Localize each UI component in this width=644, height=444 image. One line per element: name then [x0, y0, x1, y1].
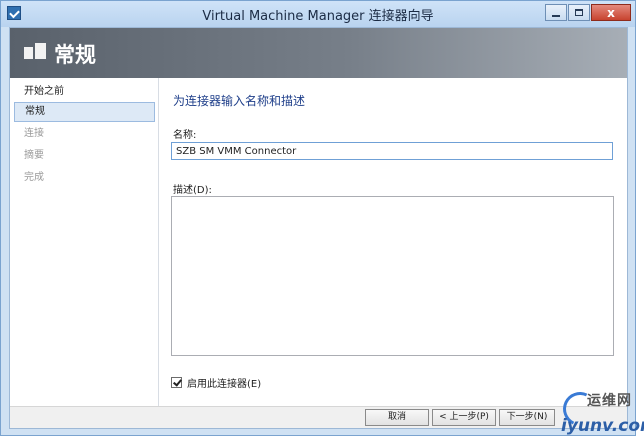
close-icon: x [607, 5, 615, 20]
name-label: 名称: [173, 130, 197, 141]
title-bar[interactable]: Virtual Machine Manager 连接器向导 x [1, 1, 635, 27]
enable-connector-label[interactable]: 启用此连接器(E) [187, 375, 261, 390]
description-label: 描述(D): [173, 185, 212, 196]
maximize-button[interactable] [568, 4, 590, 21]
next-button[interactable]: 下一步(N) [499, 409, 555, 426]
section-heading: 为连接器输入名称和描述 [173, 94, 306, 108]
step-summary[interactable]: 摘要 [14, 146, 155, 166]
step-general[interactable]: 常规 [14, 102, 155, 122]
wizard-step-list: 开始之前 常规 连接 摘要 完成 [10, 78, 159, 409]
wizard-window: Virtual Machine Manager 连接器向导 x 常规 开始之前 … [0, 0, 636, 436]
main-panel: 为连接器输入名称和描述 名称: 描述(D): 启用此连接器(E) [159, 78, 627, 409]
page-title: 常规 [54, 43, 96, 67]
watermark-brand: 运维网 [587, 393, 632, 409]
wizard-page-icon [24, 43, 46, 63]
enable-connector-checkbox[interactable] [171, 377, 182, 388]
minimize-icon [552, 14, 560, 17]
previous-button[interactable]: < 上一步(P) [432, 409, 496, 426]
watermark-url: iyunv.com [561, 416, 644, 436]
page-banner: 常规 [10, 28, 627, 78]
site-watermark: 运维网 iyunv.com [553, 387, 644, 442]
wizard-client-area: 常规 开始之前 常规 连接 摘要 完成 为连接器输入名称和描述 名称: 描述(D… [9, 27, 628, 429]
step-connection[interactable]: 连接 [14, 124, 155, 144]
enable-connector-row[interactable]: 启用此连接器(E) [171, 375, 261, 390]
close-button[interactable]: x [591, 4, 631, 21]
step-completion[interactable]: 完成 [14, 168, 155, 188]
window-title: Virtual Machine Manager 连接器向导 [202, 9, 434, 24]
cancel-button[interactable]: 取消 [365, 409, 429, 426]
wizard-footer: 取消 < 上一步(P) 下一步(N) [10, 406, 627, 428]
minimize-button[interactable] [545, 4, 567, 21]
description-textarea[interactable] [171, 196, 614, 356]
name-input[interactable] [171, 142, 613, 160]
maximize-icon [575, 9, 583, 16]
step-before-you-begin[interactable]: 开始之前 [14, 82, 155, 102]
